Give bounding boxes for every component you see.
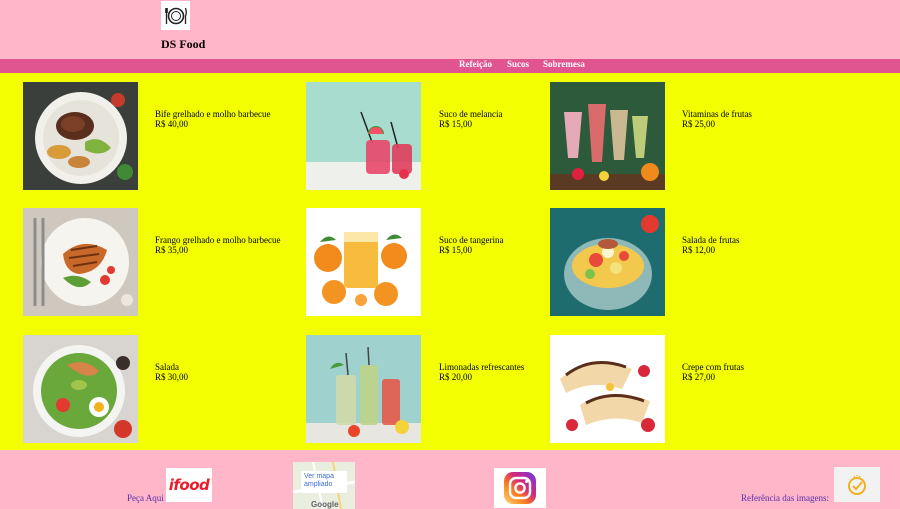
menu-item-name: Salada bbox=[155, 362, 179, 372]
nav-item-refeicao[interactable]: Refeição bbox=[459, 59, 492, 69]
references-link[interactable] bbox=[834, 467, 880, 502]
menu-item-name: Frango grelhado e molho barbecue bbox=[155, 235, 281, 245]
google-logo: Google bbox=[311, 500, 339, 509]
menu-item-name: Vitaminas de frutas bbox=[682, 109, 752, 119]
salad-bowl-image bbox=[23, 335, 138, 443]
crepe-fruits-image bbox=[550, 335, 665, 443]
check-badge-icon bbox=[848, 474, 866, 495]
menu-item-name: Salada de frutas bbox=[682, 235, 740, 245]
menu-item-price: R$ 20,00 bbox=[439, 372, 473, 382]
fruit-salad-image bbox=[550, 208, 665, 316]
menu-item-price: R$ 15,00 bbox=[439, 245, 473, 255]
footer: Peça Aqui ifood Ver mapa ampliado Google bbox=[0, 450, 900, 509]
watermelon-juice-image bbox=[306, 82, 421, 190]
menu-item-name: Bife grelhado e molho barbecue bbox=[155, 109, 271, 119]
instagram-link[interactable] bbox=[494, 468, 546, 508]
ifood-logo: ifood bbox=[168, 476, 210, 494]
nav-bar: Refeição Sucos Sobremesa bbox=[0, 59, 900, 73]
nav-item-sobremesa[interactable]: Sobremesa bbox=[543, 59, 585, 69]
nav-item-sucos[interactable]: Sucos bbox=[507, 59, 529, 69]
menu-grid: Bife grelhado e molho barbecue R$ 40,00 … bbox=[0, 73, 900, 450]
ifood-logo-link[interactable]: ifood bbox=[166, 468, 212, 502]
menu-item-price: R$ 35,00 bbox=[155, 245, 189, 255]
header: DS Food bbox=[0, 0, 900, 59]
tangerine-juice-image bbox=[306, 208, 421, 316]
grilled-chicken-image bbox=[23, 208, 138, 316]
view-larger-map-link[interactable]: Ver mapa ampliado bbox=[301, 471, 347, 493]
menu-item-price: R$ 40,00 bbox=[155, 119, 189, 129]
menu-item-name: Limonadas refrescantes bbox=[439, 362, 525, 372]
map-embed[interactable]: Ver mapa ampliado Google bbox=[293, 462, 355, 509]
brand-title: DS Food bbox=[161, 37, 206, 51]
lemonades-image bbox=[306, 335, 421, 443]
steak-plate-image bbox=[23, 82, 138, 190]
fruit-smoothies-image bbox=[550, 82, 665, 190]
image-references-label: Referência das imagens: bbox=[741, 493, 829, 503]
menu-item-price: R$ 12,00 bbox=[682, 245, 716, 255]
order-here-label: Peça Aqui bbox=[127, 493, 164, 503]
menu-item-price: R$ 30,00 bbox=[155, 372, 189, 382]
menu-item-price: R$ 25,00 bbox=[682, 119, 716, 129]
menu-item-price: R$ 27,00 bbox=[682, 372, 716, 382]
menu-item-name: Suco de melancia bbox=[439, 109, 503, 119]
menu-item-name: Suco de tangerina bbox=[439, 235, 504, 245]
menu-item-name: Crepe com frutas bbox=[682, 362, 744, 372]
menu-item-price: R$ 15,00 bbox=[439, 119, 473, 129]
plate-cutlery-icon bbox=[161, 1, 190, 30]
instagram-icon bbox=[504, 472, 536, 504]
